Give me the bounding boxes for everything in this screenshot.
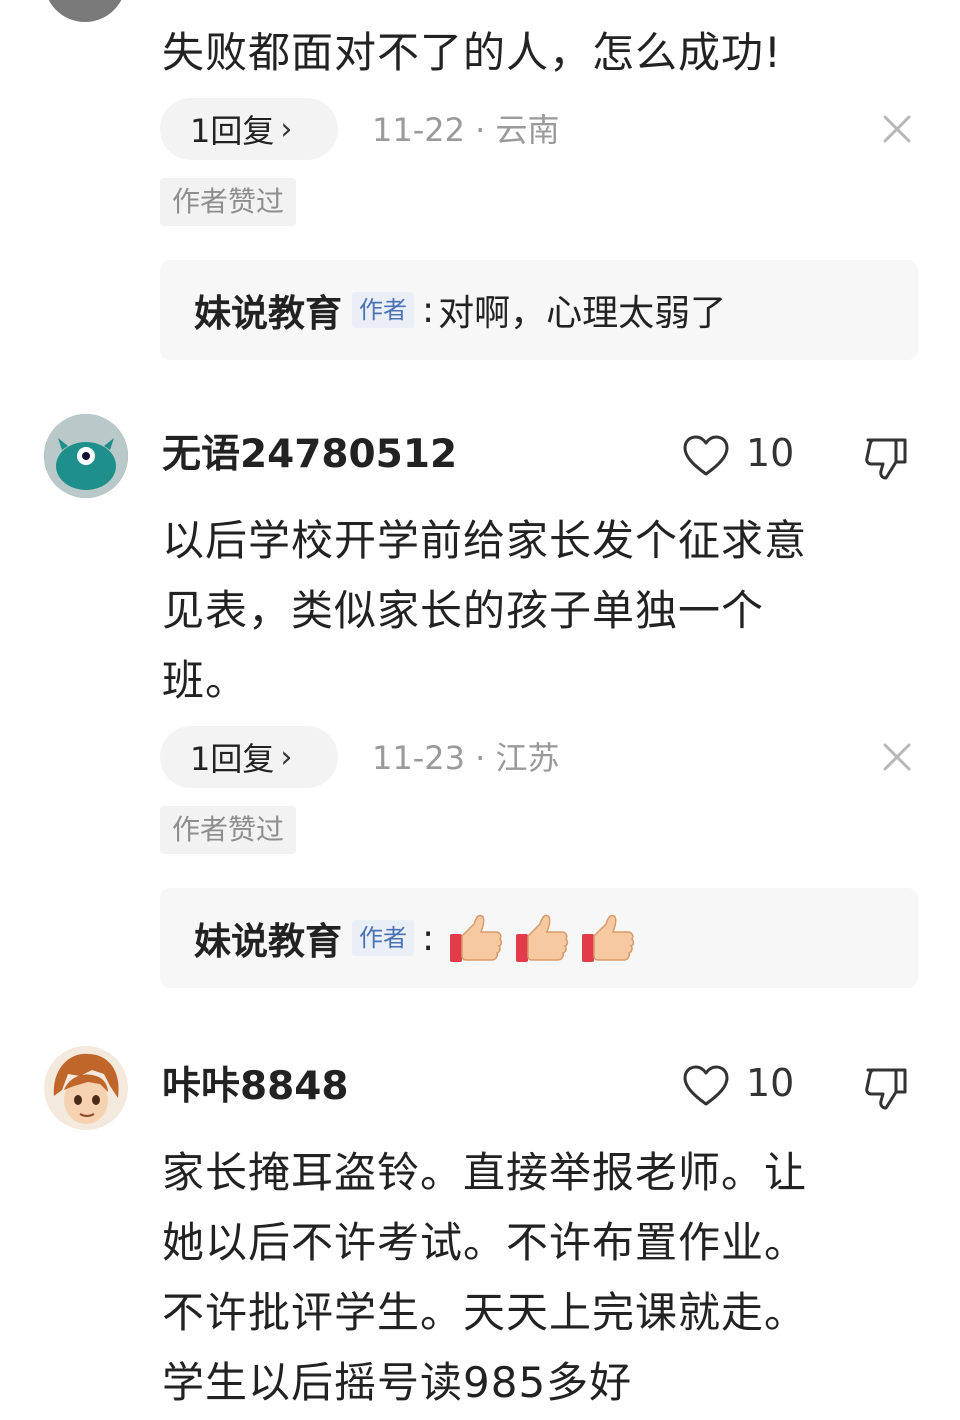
reply-author-name[interactable]: 妹说教育: [194, 283, 342, 337]
author-reply[interactable]: 妹说教育 作者 : 对啊，心理太弱了: [160, 260, 918, 360]
avatar[interactable]: [44, 414, 128, 498]
reply-text: 对啊，心理太弱了: [438, 293, 727, 334]
chevron-right-icon: ›: [280, 739, 293, 775]
cartoon-avatar-icon: [44, 1046, 128, 1130]
author-liked-badge: 作者赞过: [160, 806, 297, 854]
comment-date-location: 11-22 · 云南: [372, 111, 560, 149]
close-icon[interactable]: [880, 740, 914, 774]
comment-text: 家长掩耳盗铃。直接举报老师。让 她以后不许考试。不许布置作业。 不许批评学生。天…: [162, 1148, 808, 1407]
heart-icon[interactable]: [682, 434, 730, 478]
author-tag: 作者: [352, 920, 414, 956]
like-count: 10: [746, 1061, 795, 1105]
avatar[interactable]: [44, 0, 126, 22]
username[interactable]: 咔咔8848: [162, 1062, 349, 1112]
thumbs-up-icon: [582, 914, 635, 962]
username[interactable]: 无语24780512: [162, 430, 457, 480]
thumbs-up-icon: [516, 914, 569, 962]
comment-date-location: 11-23 · 江苏: [372, 739, 560, 777]
thumbs-down-icon[interactable]: [862, 1064, 910, 1112]
chevron-right-icon: ›: [280, 111, 293, 147]
replies-label: 1回复: [190, 740, 275, 778]
replies-button[interactable]: 1回复 ›: [160, 726, 338, 788]
author-liked-badge: 作者赞过: [160, 178, 297, 226]
thumbs-down-icon[interactable]: [862, 434, 910, 482]
replies-label: 1回复: [190, 112, 275, 150]
comment-text: 以后学校开学前给家长发个征求意 见表，类似家长的孩子单独一个 班。: [162, 516, 808, 705]
heart-icon[interactable]: [682, 1064, 730, 1108]
thumbs-up-icon: [450, 914, 503, 962]
like-count: 10: [746, 431, 795, 475]
reply-author-name[interactable]: 妹说教育: [194, 911, 342, 965]
replies-button[interactable]: 1回复 ›: [160, 98, 338, 160]
comment-text: 失败都面对不了的人，怎么成功!: [162, 28, 782, 77]
cartoon-avatar-icon: [44, 414, 128, 498]
close-icon[interactable]: [880, 112, 914, 146]
author-tag: 作者: [352, 292, 414, 328]
reply-colon: :: [422, 289, 435, 331]
reply-colon: :: [422, 917, 435, 959]
author-reply[interactable]: 妹说教育 作者 :: [160, 888, 918, 988]
avatar[interactable]: [44, 1046, 128, 1130]
